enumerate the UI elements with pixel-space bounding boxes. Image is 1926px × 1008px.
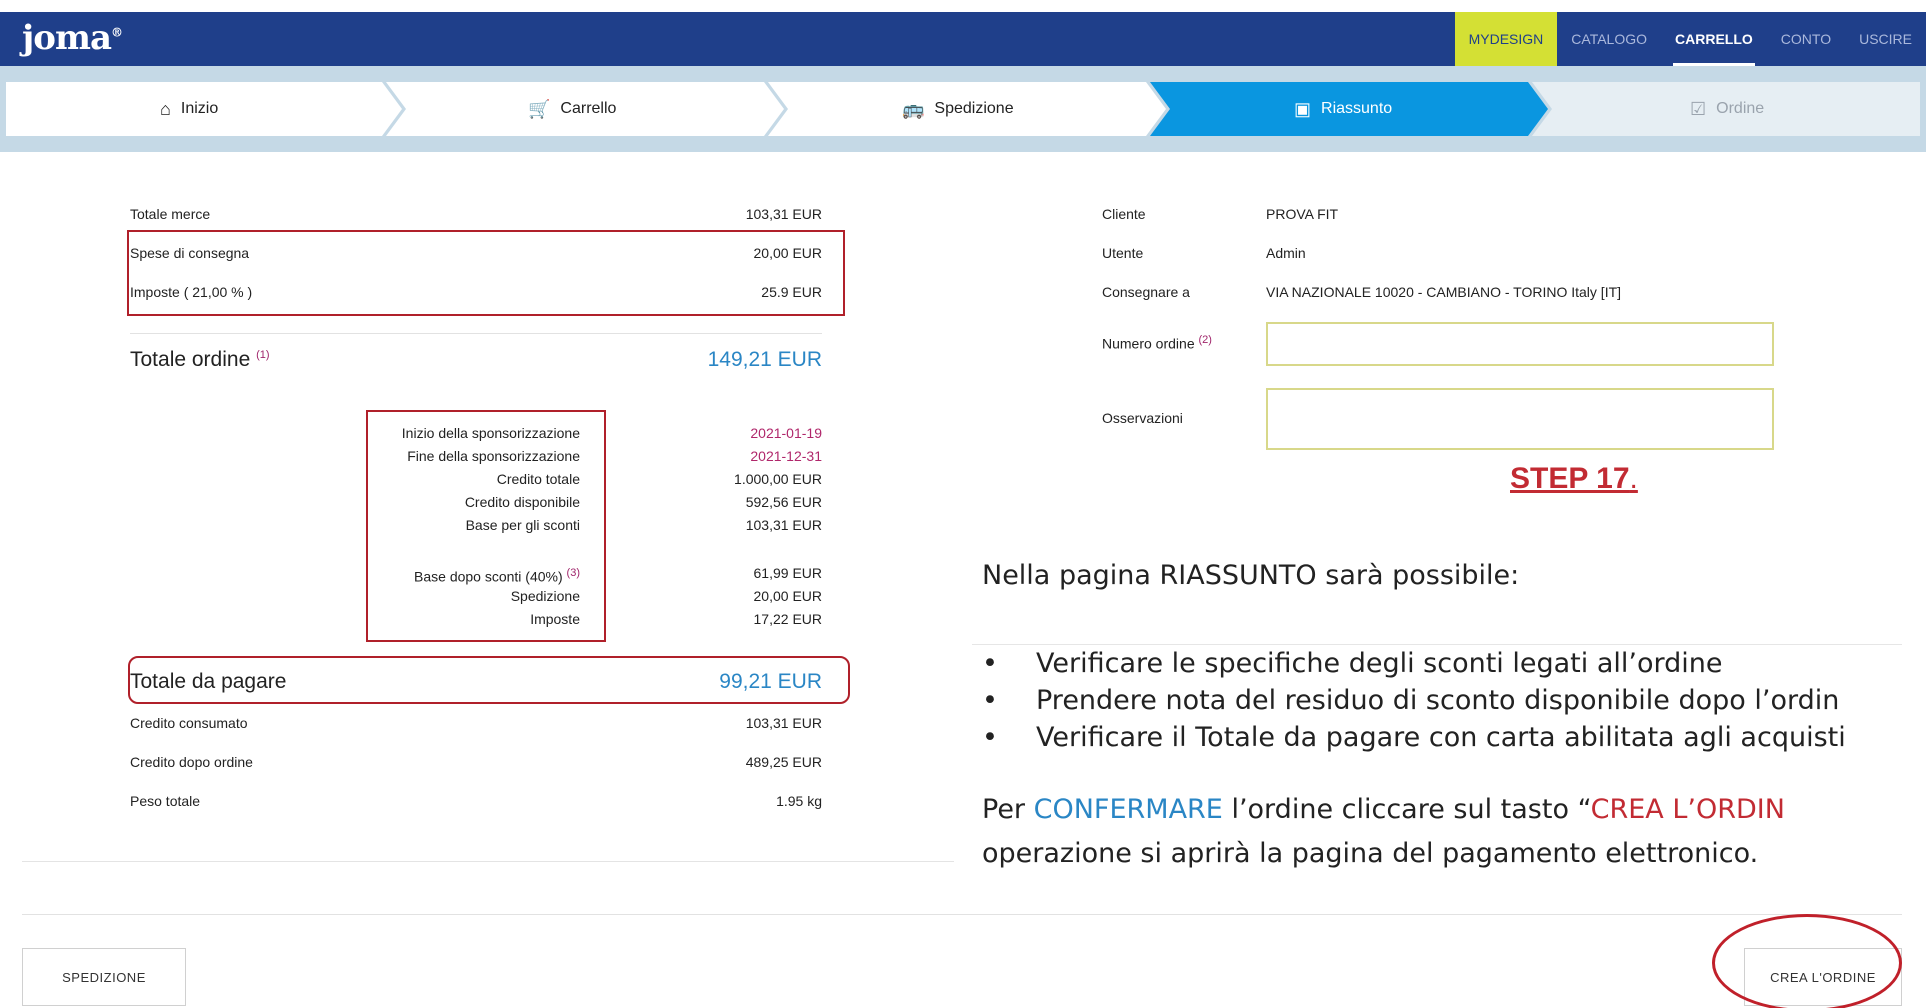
value-consegnare: VIA NAZIONALE 10020 - CAMBIANO - TORINO … <box>1266 284 1622 300</box>
order-number-input[interactable] <box>1266 322 1774 366</box>
joma-logo[interactable]: joma® <box>22 18 123 58</box>
step-spedizione[interactable]: 🚌 Spedizione <box>902 82 1014 136</box>
step-ordine: ☑ Ordine <box>1690 82 1764 136</box>
row-totale-merce: Totale merce 103,31 EUR <box>130 206 822 222</box>
home-icon: ⌂ <box>160 99 171 119</box>
step-carrello[interactable]: 🛒 Carrello <box>528 82 616 136</box>
label-cliente: Cliente <box>1102 206 1146 222</box>
step-inizio[interactable]: ⌂ Inizio <box>160 82 218 136</box>
notes-textarea[interactable] <box>1266 388 1774 450</box>
step-riassunto[interactable]: ▣ Riassunto <box>1294 82 1392 136</box>
nav-conto[interactable]: CONTO <box>1767 12 1845 66</box>
divider <box>972 644 1902 645</box>
instruction-payment: operazione si aprirà la pagina del pagam… <box>982 838 1759 869</box>
instruction-bullet: • Prendere nota del residuo di sconto dis… <box>982 685 1840 716</box>
footer-divider <box>22 914 1902 915</box>
instruction-bullet: • Verificare il Totale da pagare con cart… <box>982 722 1846 753</box>
instruction-bullet: • Verificare le specifiche degli sconti l… <box>982 648 1723 679</box>
summary-icon: ▣ <box>1294 99 1312 119</box>
highlight-sponsorship <box>366 410 606 642</box>
value-cliente: PROVA FIT <box>1266 206 1339 222</box>
highlight-total-to-pay <box>128 656 850 704</box>
highlight-create-order <box>1712 914 1902 1008</box>
label-consegnare: Consegnare a <box>1102 284 1190 300</box>
row-credito-consumato: Credito consumato 103,31 EUR <box>130 715 822 731</box>
row-credito-dopo-ordine: Credito dopo ordine 489,25 EUR <box>130 754 822 770</box>
divider <box>130 333 822 334</box>
bus-icon: 🚌 <box>902 99 925 119</box>
nav-uscire[interactable]: USCIRE <box>1845 12 1926 66</box>
instruction-intro: Nella pagina RIASSUNTO sarà possibile: <box>982 560 1520 591</box>
nav-carrello[interactable]: CARRELLO <box>1661 12 1767 66</box>
label-numero-ordine: Numero ordine (2) <box>1102 334 1212 352</box>
instruction-confirm: Per CONFERMARE l’ordine cliccare sul tas… <box>982 794 1785 825</box>
back-to-spedizione-button[interactable]: SPEDIZIONE <box>22 948 186 1006</box>
row-totale-ordine: Totale ordine (1) 149,21 EUR <box>130 348 822 371</box>
highlight-shipping-taxes <box>127 230 845 316</box>
row-peso-totale: Peso totale 1.95 kg <box>130 793 822 809</box>
nav-catalogo[interactable]: CATALOGO <box>1557 12 1661 66</box>
step-17-heading: STEP 17. <box>1510 462 1638 495</box>
label-osservazioni: Osservazioni <box>1102 410 1183 426</box>
order-check-icon: ☑ <box>1690 99 1707 119</box>
top-nav-menu: MYDESIGN CATALOGO CARRELLO CONTO USCIRE <box>1454 12 1926 66</box>
top-navbar: joma® MYDESIGN CATALOGO CARRELLO CONTO U… <box>0 12 1926 66</box>
value-utente: Admin <box>1266 245 1306 261</box>
nav-mydesign[interactable]: MYDESIGN <box>1454 12 1558 66</box>
label-utente: Utente <box>1102 245 1144 261</box>
sponsorship-values: 2021-01-19 2021-12-31 1.000,00 EUR 592,5… <box>734 425 822 627</box>
checkout-steps: ⌂ Inizio 🛒 Carrello 🚌 Spedizione ▣ Riass… <box>0 66 1926 152</box>
cart-icon: 🛒 <box>528 99 551 119</box>
